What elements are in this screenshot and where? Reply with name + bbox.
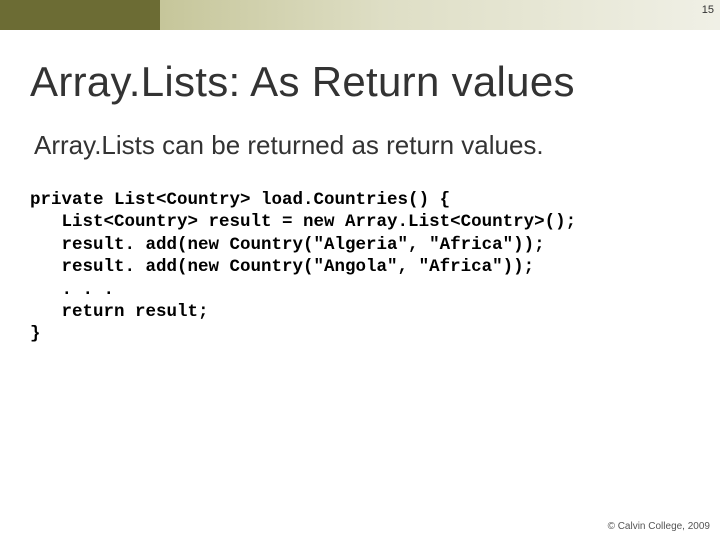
code-line: } xyxy=(30,324,41,344)
footer-copyright: © Calvin College, 2009 xyxy=(608,521,710,532)
slide-number: 15 xyxy=(702,4,714,16)
code-line: List<Country> result = new Array.List<Co… xyxy=(30,212,576,232)
code-line: . . . xyxy=(30,280,114,300)
slide-subtitle: Array.Lists can be returned as return va… xyxy=(0,130,720,185)
code-line: result. add(new Country("Angola", "Afric… xyxy=(30,257,534,277)
code-block: private List<Country> load.Countries() {… xyxy=(0,185,720,346)
band-right: 15 xyxy=(160,0,720,30)
top-band: 15 xyxy=(0,0,720,30)
code-line: result. add(new Country("Algeria", "Afri… xyxy=(30,235,545,255)
slide-title: Array.Lists: As Return values xyxy=(0,30,720,130)
code-line: return result; xyxy=(30,302,209,322)
code-line: private List<Country> load.Countries() { xyxy=(30,190,450,210)
band-left xyxy=(0,0,160,30)
